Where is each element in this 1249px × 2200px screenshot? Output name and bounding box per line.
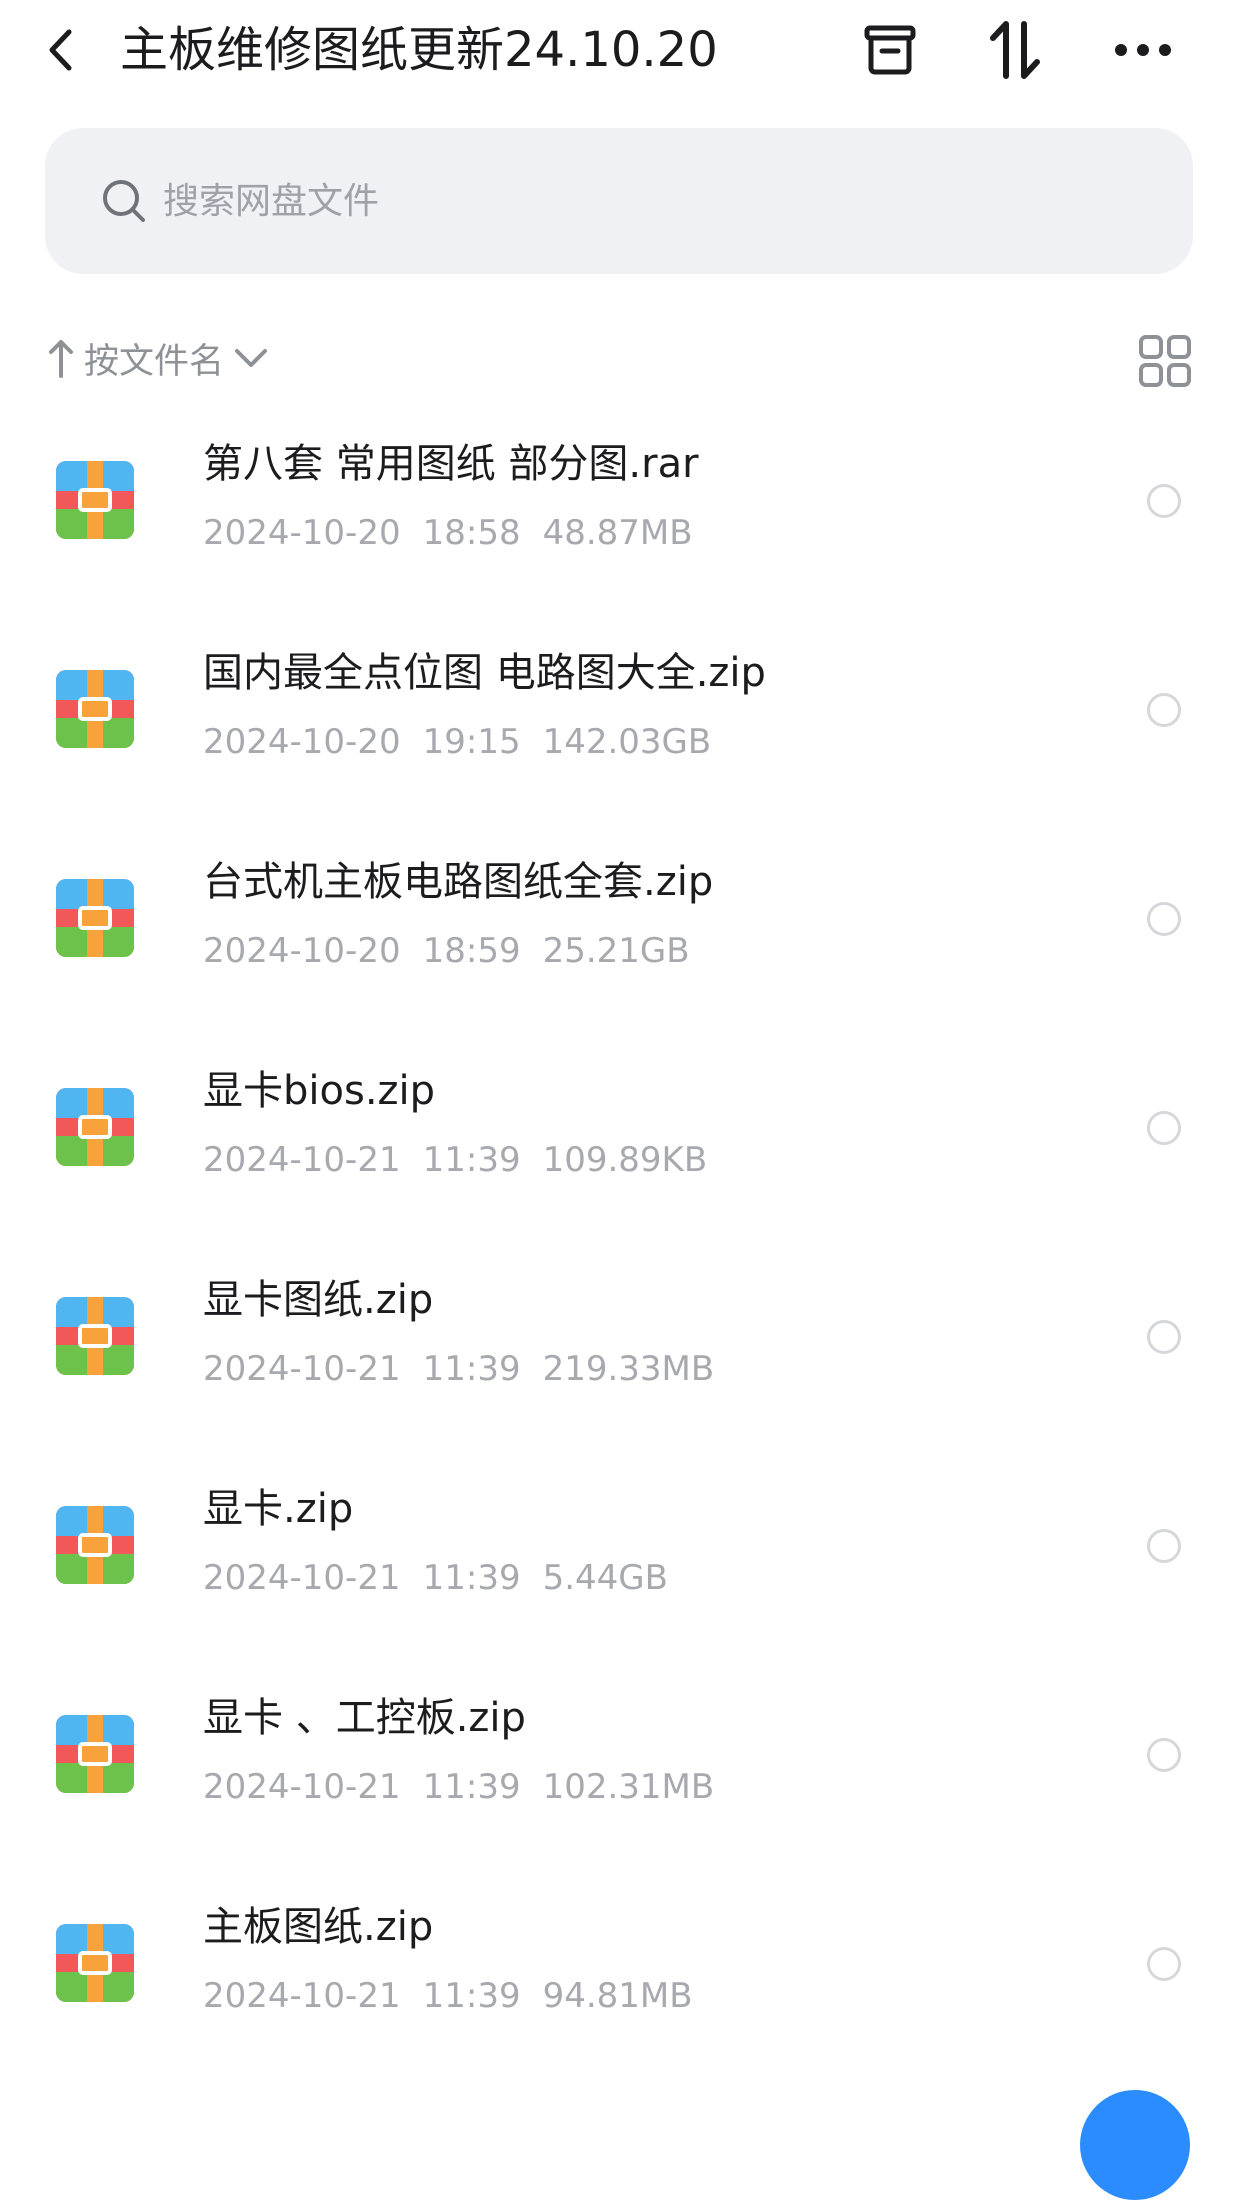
file-meta: 2024-10-21 11:39 102.31MB — [203, 1764, 736, 1810]
file-date: 2024-10-20 — [203, 513, 401, 553]
file-row[interactable]: 显卡图纸.zip 2024-10-21 11:39 219.33MB — [0, 1236, 1249, 1445]
archive-file-icon — [56, 461, 134, 539]
archive-file-icon — [56, 1924, 134, 2002]
archive-box-icon — [864, 25, 916, 75]
select-checkbox[interactable] — [1147, 1320, 1181, 1354]
chevron-left-icon — [49, 29, 72, 71]
sort-selector[interactable]: 按文件名 — [48, 330, 268, 386]
file-date: 2024-10-21 — [203, 1349, 401, 1389]
file-row[interactable]: 显卡 、工控板.zip 2024-10-21 11:39 102.31MB — [0, 1654, 1249, 1863]
file-size: 109.89KB — [542, 1140, 708, 1180]
sort-label: 按文件名 — [84, 341, 225, 382]
file-size: 25.21GB — [542, 931, 690, 971]
file-row[interactable]: 台式机主板电路图纸全套.zip 2024-10-20 18:59 25.21GB — [0, 818, 1249, 1027]
select-checkbox[interactable] — [1147, 1111, 1181, 1145]
file-meta: 2024-10-20 19:15 142.03GB — [203, 719, 733, 765]
search-input[interactable] — [161, 179, 1061, 223]
file-row[interactable]: 国内最全点位图 电路图大全.zip 2024-10-20 19:15 142.03GB — [0, 609, 1249, 818]
file-size: 94.81MB — [542, 1976, 693, 2016]
file-size: 142.03GB — [542, 722, 712, 762]
transfer-button[interactable] — [980, 18, 1050, 82]
file-size: 5.44GB — [542, 1558, 668, 1598]
file-time: 18:59 — [422, 931, 521, 971]
file-date: 2024-10-20 — [203, 722, 401, 762]
file-row[interactable]: 主板图纸.zip 2024-10-21 11:39 94.81MB — [0, 1863, 1249, 2072]
file-date: 2024-10-20 — [203, 931, 401, 971]
select-checkbox[interactable] — [1147, 693, 1181, 727]
file-time: 11:39 — [422, 1558, 521, 1598]
page-title: 主板维修图纸更新24.10.20 — [120, 22, 718, 78]
select-checkbox[interactable] — [1147, 1738, 1181, 1772]
file-name: 显卡.zip — [203, 1486, 354, 1532]
chevron-down-icon — [235, 349, 268, 367]
file-time: 18:58 — [422, 513, 521, 553]
search-bar[interactable] — [45, 128, 1193, 274]
file-time: 11:39 — [422, 1140, 521, 1180]
file-size: 102.31MB — [542, 1767, 715, 1807]
file-name: 显卡图纸.zip — [203, 1277, 434, 1323]
file-row[interactable]: 显卡bios.zip 2024-10-21 11:39 109.89KB — [0, 1027, 1249, 1236]
file-time: 11:39 — [422, 1976, 521, 2016]
top-bar: 主板维修图纸更新24.10.20 — [0, 0, 1249, 100]
select-checkbox[interactable] — [1147, 902, 1181, 936]
file-meta: 2024-10-20 18:59 25.21GB — [203, 928, 712, 974]
file-time: 11:39 — [422, 1349, 521, 1389]
more-horizontal-icon — [1115, 44, 1171, 56]
archive-button[interactable] — [855, 18, 925, 82]
file-row[interactable]: 显卡.zip 2024-10-21 11:39 5.44GB — [0, 1445, 1249, 1654]
file-name: 显卡bios.zip — [203, 1068, 436, 1114]
file-size: 48.87MB — [542, 513, 693, 553]
file-list: 第八套 常用图纸 部分图.rar 2024-10-20 18:58 48.87MB 国内… — [0, 400, 1249, 2072]
file-name: 第八套 常用图纸 部分图.rar — [203, 441, 699, 487]
archive-file-icon — [56, 1506, 134, 1584]
file-meta: 2024-10-21 11:39 219.33MB — [203, 1346, 736, 1392]
file-row[interactable]: 第八套 常用图纸 部分图.rar 2024-10-20 18:58 48.87MB — [0, 400, 1249, 609]
more-button[interactable] — [1108, 18, 1178, 82]
search-icon — [99, 176, 149, 226]
file-meta: 2024-10-21 11:39 109.89KB — [203, 1137, 729, 1183]
file-meta: 2024-10-21 11:39 94.81MB — [203, 1973, 715, 2019]
archive-file-icon — [56, 1297, 134, 1375]
file-date: 2024-10-21 — [203, 1140, 401, 1180]
archive-file-icon — [56, 670, 134, 748]
file-name: 台式机主板电路图纸全套.zip — [203, 859, 714, 905]
select-checkbox[interactable] — [1147, 1529, 1181, 1563]
file-meta: 2024-10-21 11:39 5.44GB — [203, 1555, 690, 1601]
file-meta: 2024-10-20 18:58 48.87MB — [203, 510, 715, 556]
file-time: 11:39 — [422, 1767, 521, 1807]
transfer-arrows-icon — [990, 21, 1040, 79]
floating-action-button[interactable] — [1080, 2090, 1190, 2200]
select-checkbox[interactable] — [1147, 1947, 1181, 1981]
file-name: 国内最全点位图 电路图大全.zip — [203, 650, 766, 696]
file-size: 219.33MB — [542, 1349, 715, 1389]
grid-view-button[interactable] — [1138, 334, 1192, 388]
file-name: 显卡 、工控板.zip — [203, 1695, 526, 1741]
arrow-up-icon — [49, 340, 73, 378]
file-name: 主板图纸.zip — [203, 1904, 434, 1950]
select-checkbox[interactable] — [1147, 484, 1181, 518]
file-date: 2024-10-21 — [203, 1558, 401, 1598]
file-date: 2024-10-21 — [203, 1767, 401, 1807]
file-date: 2024-10-21 — [203, 1976, 401, 2016]
file-time: 19:15 — [422, 722, 521, 762]
archive-file-icon — [56, 1088, 134, 1166]
archive-file-icon — [56, 1715, 134, 1793]
back-button[interactable] — [40, 22, 80, 78]
grid-view-icon — [1139, 335, 1191, 387]
archive-file-icon — [56, 879, 134, 957]
